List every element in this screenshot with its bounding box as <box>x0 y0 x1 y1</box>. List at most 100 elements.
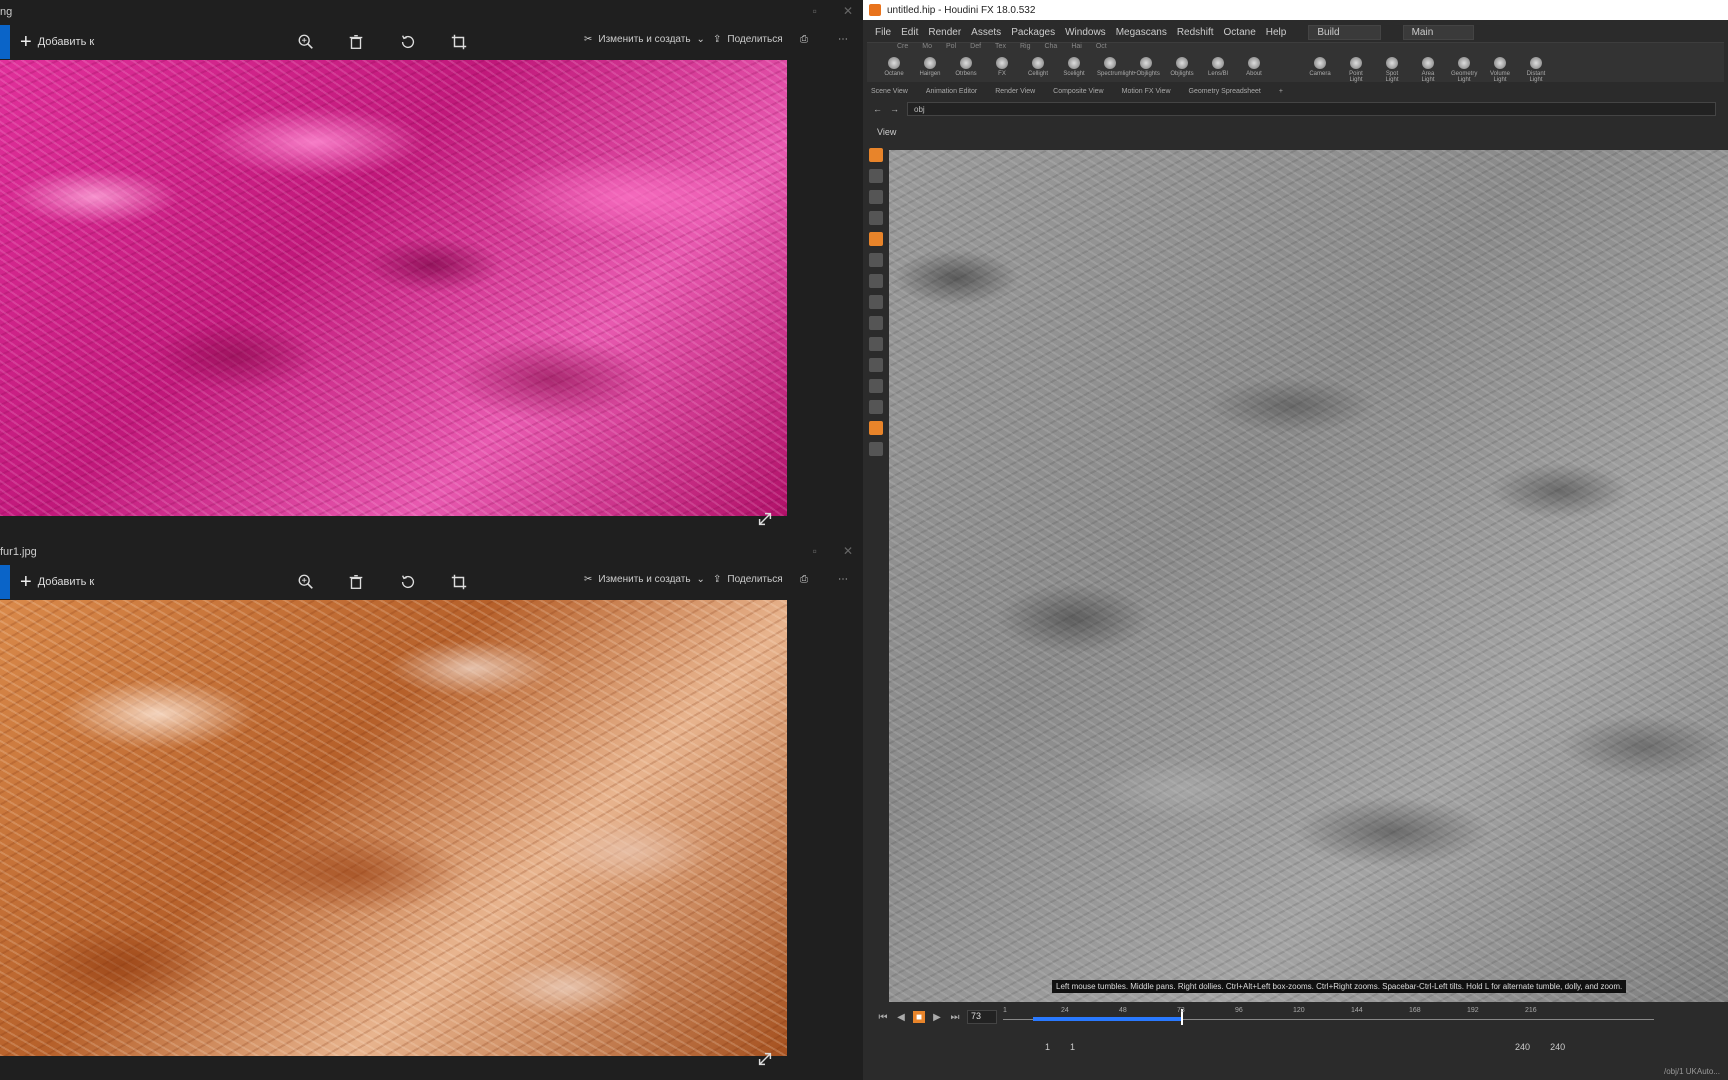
add-to-button[interactable]: + Добавить к <box>20 32 94 52</box>
light-tool[interactable]: Distant Light <box>1523 57 1549 83</box>
menu-edit[interactable]: Edit <box>901 27 918 38</box>
menu-help[interactable]: Help <box>1266 27 1287 38</box>
viewport[interactable] <box>889 150 1728 1002</box>
range-end-field[interactable]: 240 <box>1515 1042 1530 1052</box>
tool-icon[interactable] <box>869 421 883 435</box>
view-menu[interactable]: View <box>877 127 896 137</box>
menu-assets[interactable]: Assets <box>971 27 1001 38</box>
tool-icon[interactable] <box>869 211 883 225</box>
shelf-tab[interactable]: Cre <box>897 43 908 53</box>
add-tab-icon[interactable]: + <box>1279 88 1283 95</box>
shelf-tool[interactable]: Hairgen <box>917 57 943 83</box>
shelf-tool[interactable]: Scelight <box>1061 57 1087 83</box>
current-frame-field[interactable]: 73 <box>967 1010 997 1024</box>
tab-motion-fx-view[interactable]: Motion FX View <box>1122 88 1171 95</box>
tool-icon[interactable] <box>869 253 883 267</box>
delete-icon[interactable] <box>344 570 368 594</box>
add-to-button[interactable]: + Добавить к <box>20 572 94 592</box>
range-end-field-2[interactable]: 240 <box>1550 1042 1565 1052</box>
maximize-icon[interactable]: ▫ <box>813 544 817 558</box>
tool-icon[interactable] <box>869 169 883 183</box>
shelf-tab[interactable]: Rig <box>1020 43 1031 53</box>
desktop-select[interactable]: Build <box>1308 24 1381 40</box>
share-button[interactable]: ⇪ Поделиться <box>713 574 783 585</box>
play-icon[interactable]: ▶ <box>931 1011 943 1023</box>
shelf-tab[interactable]: Pol <box>946 43 956 53</box>
shelf-tab[interactable]: Oct <box>1096 43 1107 53</box>
shelf-tool[interactable]: Lens/Bl <box>1205 57 1231 83</box>
rotate-icon[interactable] <box>396 30 420 54</box>
jump-start-icon[interactable]: ⏮ <box>877 1011 889 1023</box>
tool-icon[interactable] <box>869 337 883 351</box>
back-icon[interactable]: ← <box>873 104 882 114</box>
light-tool[interactable]: Camera <box>1307 57 1333 83</box>
tab-render-view[interactable]: Render View <box>995 88 1035 95</box>
tool-icon[interactable] <box>869 274 883 288</box>
light-tool[interactable]: Area Light <box>1415 57 1441 83</box>
range-start-field[interactable]: 1 <box>1045 1042 1050 1052</box>
menu-redshift[interactable]: Redshift <box>1177 27 1214 38</box>
delete-icon[interactable] <box>344 30 368 54</box>
zoom-icon[interactable] <box>294 30 318 54</box>
timeline-slider[interactable]: 1 24 48 73 96 120 144 168 192 216 <box>1003 1007 1654 1025</box>
fullscreen-icon[interactable] <box>756 1050 774 1068</box>
tool-icon[interactable] <box>869 379 883 393</box>
print-icon[interactable]: ⎙ <box>800 574 808 585</box>
close-icon[interactable]: ✕ <box>843 544 853 558</box>
edit-create-button[interactable]: ✂ Изменить и создать ⌄ <box>584 34 705 45</box>
close-icon[interactable]: ✕ <box>843 4 853 18</box>
maximize-icon[interactable]: ▫ <box>813 4 817 18</box>
shelf-tab[interactable]: Mo <box>922 43 932 53</box>
jump-end-icon[interactable]: ⏭ <box>949 1011 961 1023</box>
shelf-tool[interactable]: FX <box>989 57 1015 83</box>
shelf-tab[interactable]: Tex <box>995 43 1006 53</box>
more-icon[interactable]: ⋯ <box>838 34 848 45</box>
shelf-tool[interactable]: Spectrumlight <box>1097 57 1134 83</box>
more-icon[interactable]: ⋯ <box>838 574 848 585</box>
edit-create-button[interactable]: ✂ Изменить и создать ⌄ <box>584 574 705 585</box>
forward-icon[interactable]: → <box>890 104 899 114</box>
shelf-tool[interactable]: About <box>1241 57 1267 83</box>
shelf-tool[interactable]: Objlights <box>1169 57 1195 83</box>
print-icon[interactable]: ⎙ <box>800 34 808 45</box>
tool-icon[interactable] <box>869 358 883 372</box>
tab-composite-view[interactable]: Composite View <box>1053 88 1103 95</box>
shelf-tab[interactable]: Def <box>970 43 981 53</box>
tool-icon[interactable] <box>869 442 883 456</box>
tab-geometry-spreadsheet[interactable]: Geometry Spreadsheet <box>1189 88 1261 95</box>
range-start-field-2[interactable]: 1 <box>1070 1042 1075 1052</box>
menu-packages[interactable]: Packages <box>1011 27 1055 38</box>
shelf-tab[interactable]: Cha <box>1044 43 1057 53</box>
shelf-tool[interactable]: Cellight <box>1025 57 1051 83</box>
select-tool-icon[interactable] <box>869 148 883 162</box>
play-reverse-icon[interactable]: ◀ <box>895 1011 907 1023</box>
shelf-tool[interactable]: +Objlights <box>1133 57 1160 83</box>
shelf-tab[interactable]: Hai <box>1071 43 1082 53</box>
share-button[interactable]: ⇪ Поделиться <box>713 34 783 45</box>
shelf-tool[interactable]: Otrbens <box>953 57 979 83</box>
tool-icon[interactable] <box>869 316 883 330</box>
light-tool[interactable]: Volume Light <box>1487 57 1513 83</box>
light-tool[interactable]: Spot Light <box>1379 57 1405 83</box>
magnet-icon[interactable] <box>869 400 883 414</box>
zoom-icon[interactable] <box>294 570 318 594</box>
path-field[interactable]: obj <box>907 102 1716 116</box>
rotate-icon[interactable] <box>396 570 420 594</box>
tool-icon[interactable] <box>869 190 883 204</box>
lock-icon[interactable] <box>869 232 883 246</box>
menu-render[interactable]: Render <box>928 27 961 38</box>
menu-octane[interactable]: Octane <box>1224 27 1256 38</box>
menu-windows[interactable]: Windows <box>1065 27 1106 38</box>
shelf-tool[interactable]: Octane <box>881 57 907 83</box>
menu-file[interactable]: File <box>875 27 891 38</box>
fullscreen-icon[interactable] <box>756 510 774 528</box>
crop-icon[interactable] <box>447 30 471 54</box>
stop-icon[interactable]: ■ <box>913 1011 925 1023</box>
tab-scene-view[interactable]: Scene View <box>871 88 908 95</box>
crop-icon[interactable] <box>447 570 471 594</box>
light-tool[interactable]: Point Light <box>1343 57 1369 83</box>
tool-icon[interactable] <box>869 295 883 309</box>
menu-megascans[interactable]: Megascans <box>1116 27 1167 38</box>
light-tool[interactable]: Geometry Light <box>1451 57 1477 83</box>
context-select[interactable]: Main <box>1402 24 1475 40</box>
